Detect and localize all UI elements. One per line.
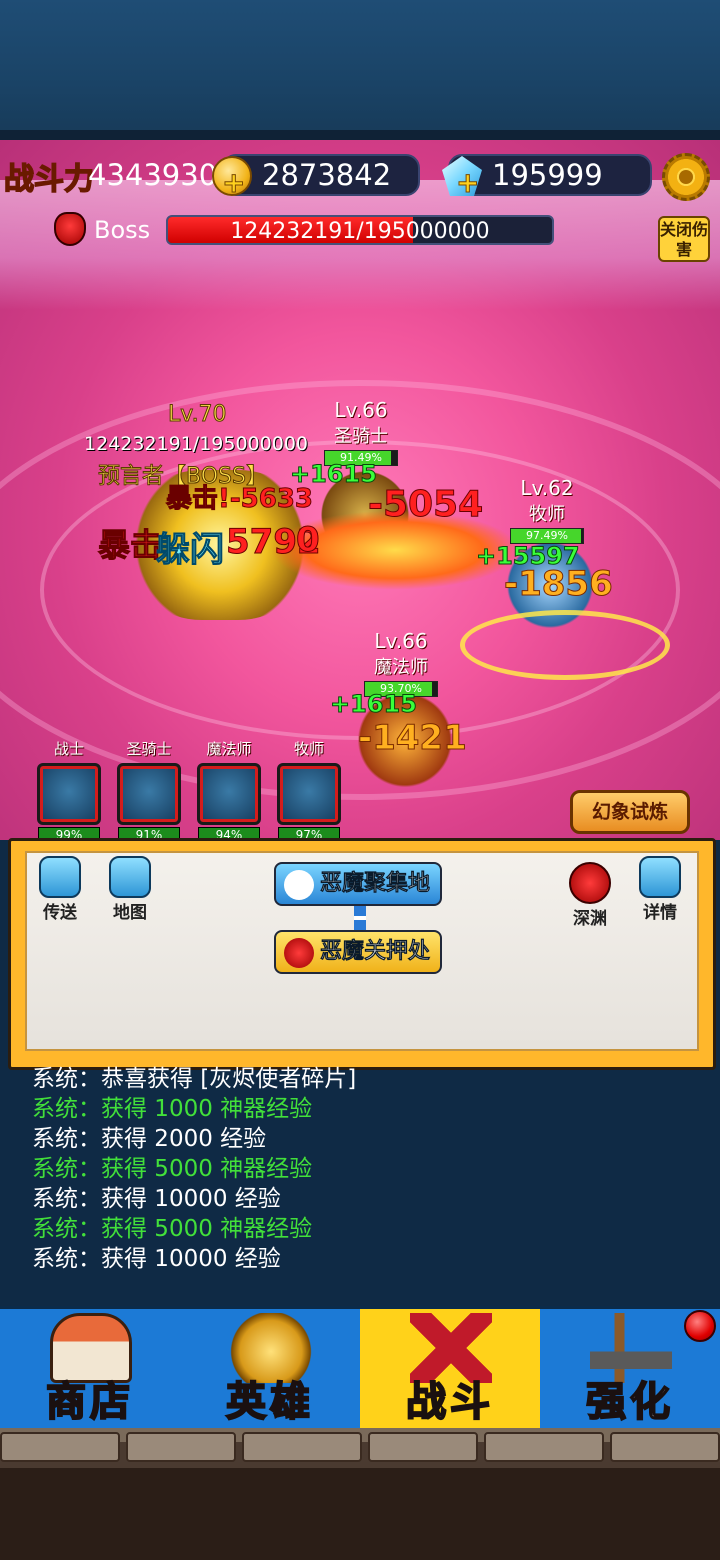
damage-text: -1421	[358, 718, 468, 759]
damage-text: 0	[296, 520, 321, 561]
priest-aura	[460, 610, 670, 680]
unit-class: 圣骑士	[334, 426, 388, 447]
damage-text: -5054	[367, 484, 484, 526]
teleport-icon	[39, 856, 81, 898]
details-button[interactable]: 详情	[638, 856, 682, 923]
boss-level: Lv.70	[168, 402, 228, 428]
boss-label: Boss	[94, 216, 151, 244]
power-label: 战斗力	[3, 161, 95, 198]
crit-damage-text: 暴击	[97, 526, 163, 565]
heal-text: +1615	[290, 460, 378, 489]
staff-icon	[197, 763, 261, 825]
party-mage[interactable]: 魔法师 94%	[194, 738, 264, 843]
tab-shop[interactable]: 商店	[0, 1309, 180, 1431]
node-label: 恶魔关押处	[320, 939, 431, 965]
system-log: 系统：恭喜获得 [灰烬使者碎片] 系统：获得 1000 神器经验 系统：获得 200…	[32, 1064, 692, 1274]
illusion-trial-button[interactable]: 幻象试炼	[570, 790, 690, 834]
gold-value: 2873842	[262, 158, 392, 192]
magnifier-icon	[109, 856, 151, 898]
party-paladin[interactable]: 圣骑士 91%	[114, 738, 184, 843]
unit-paladin[interactable]: Lv.66 圣骑士 91.49%	[322, 398, 400, 466]
info-icon	[639, 856, 681, 898]
boss-demon-icon	[54, 212, 86, 246]
top-background	[0, 0, 720, 140]
hammer-icon	[117, 763, 181, 825]
unit-level: Lv.62	[520, 476, 574, 500]
unit-class: 牧师	[529, 504, 565, 525]
tab-hero[interactable]: 英雄	[180, 1309, 360, 1431]
party-name: 魔法师	[206, 740, 252, 758]
tab-battle[interactable]: 战斗	[360, 1309, 540, 1431]
log-line: 系统：获得 2000 经验	[32, 1126, 267, 1152]
boss-hp-text: 124232191/195000000	[230, 219, 490, 244]
demon-icon	[284, 938, 314, 968]
arena-arch	[0, 180, 720, 310]
party-priest[interactable]: 牧师 97%	[274, 738, 344, 843]
node-label: 恶魔聚集地	[320, 871, 431, 897]
party-name: 战士	[53, 740, 84, 758]
unit-class: 魔法师	[374, 657, 428, 678]
heal-text: +1615	[330, 690, 418, 719]
map-path-connector	[354, 906, 366, 932]
gem-value: 195999	[492, 158, 603, 192]
sword-icon	[37, 763, 101, 825]
party-name: 牧师	[293, 740, 324, 758]
log-line: 系统：获得 10000 经验	[32, 1186, 281, 1212]
log-line: 系统：获得 5000 神器经验	[32, 1156, 313, 1182]
tab-label: 强化	[585, 1378, 674, 1426]
dodge-text: 躲闪	[156, 530, 225, 571]
map-button[interactable]: 地图	[108, 856, 152, 923]
add-gold-plus-icon[interactable]: +	[221, 166, 245, 200]
notification-dot	[684, 1310, 716, 1342]
map-node-demon-gathering[interactable]: 恶魔聚集地	[274, 862, 443, 906]
settings-gear-icon[interactable]	[662, 153, 710, 201]
tab-label: 商店	[45, 1378, 134, 1426]
log-line: 系统：获得 10000 经验	[32, 1246, 281, 1272]
party-name: 圣骑士	[126, 740, 172, 758]
party-warrior[interactable]: 战士 99%	[34, 738, 104, 843]
unit-level: Lv.66	[374, 629, 428, 653]
boss-hp-overlay: 124232191/195000000	[84, 433, 308, 455]
tree-icon	[284, 870, 314, 900]
abyss-label: 深渊	[573, 909, 607, 929]
log-line: 系统：恭喜获得 [灰烬使者碎片]	[32, 1066, 357, 1092]
unit-level: Lv.66	[334, 398, 388, 422]
log-line: 系统：获得 1000 神器经验	[32, 1096, 313, 1122]
tab-label: 英雄	[225, 1378, 314, 1426]
demon-icon	[569, 862, 611, 904]
ground-bricks	[0, 1428, 720, 1560]
map-node-demon-prison[interactable]: 恶魔关押处	[274, 930, 443, 974]
add-gem-plus-icon[interactable]: +	[455, 166, 479, 200]
abyss-button[interactable]: 深渊	[568, 862, 612, 929]
damage-text: -1856	[504, 564, 614, 605]
log-line: 系统：获得 5000 神器经验	[32, 1216, 313, 1242]
power-value: 4343930	[88, 158, 218, 192]
teleport-label: 传送	[43, 903, 77, 923]
details-label: 详情	[643, 903, 677, 923]
boss-hp-bar: 124232191/195000000	[166, 215, 554, 245]
map-label: 地图	[113, 903, 147, 923]
unit-priest[interactable]: Lv.62 牧师 97.49%	[508, 476, 586, 544]
close-damage-button[interactable]: 关闭伤害	[658, 216, 710, 262]
teleport-button[interactable]: 传送	[38, 856, 82, 923]
tab-label: 战斗	[405, 1378, 494, 1426]
bottom-nav: 商店 英雄 战斗 强化	[0, 1306, 720, 1431]
scepter-icon	[277, 763, 341, 825]
unit-mage[interactable]: Lv.66 魔法师 93.70%	[362, 629, 440, 697]
